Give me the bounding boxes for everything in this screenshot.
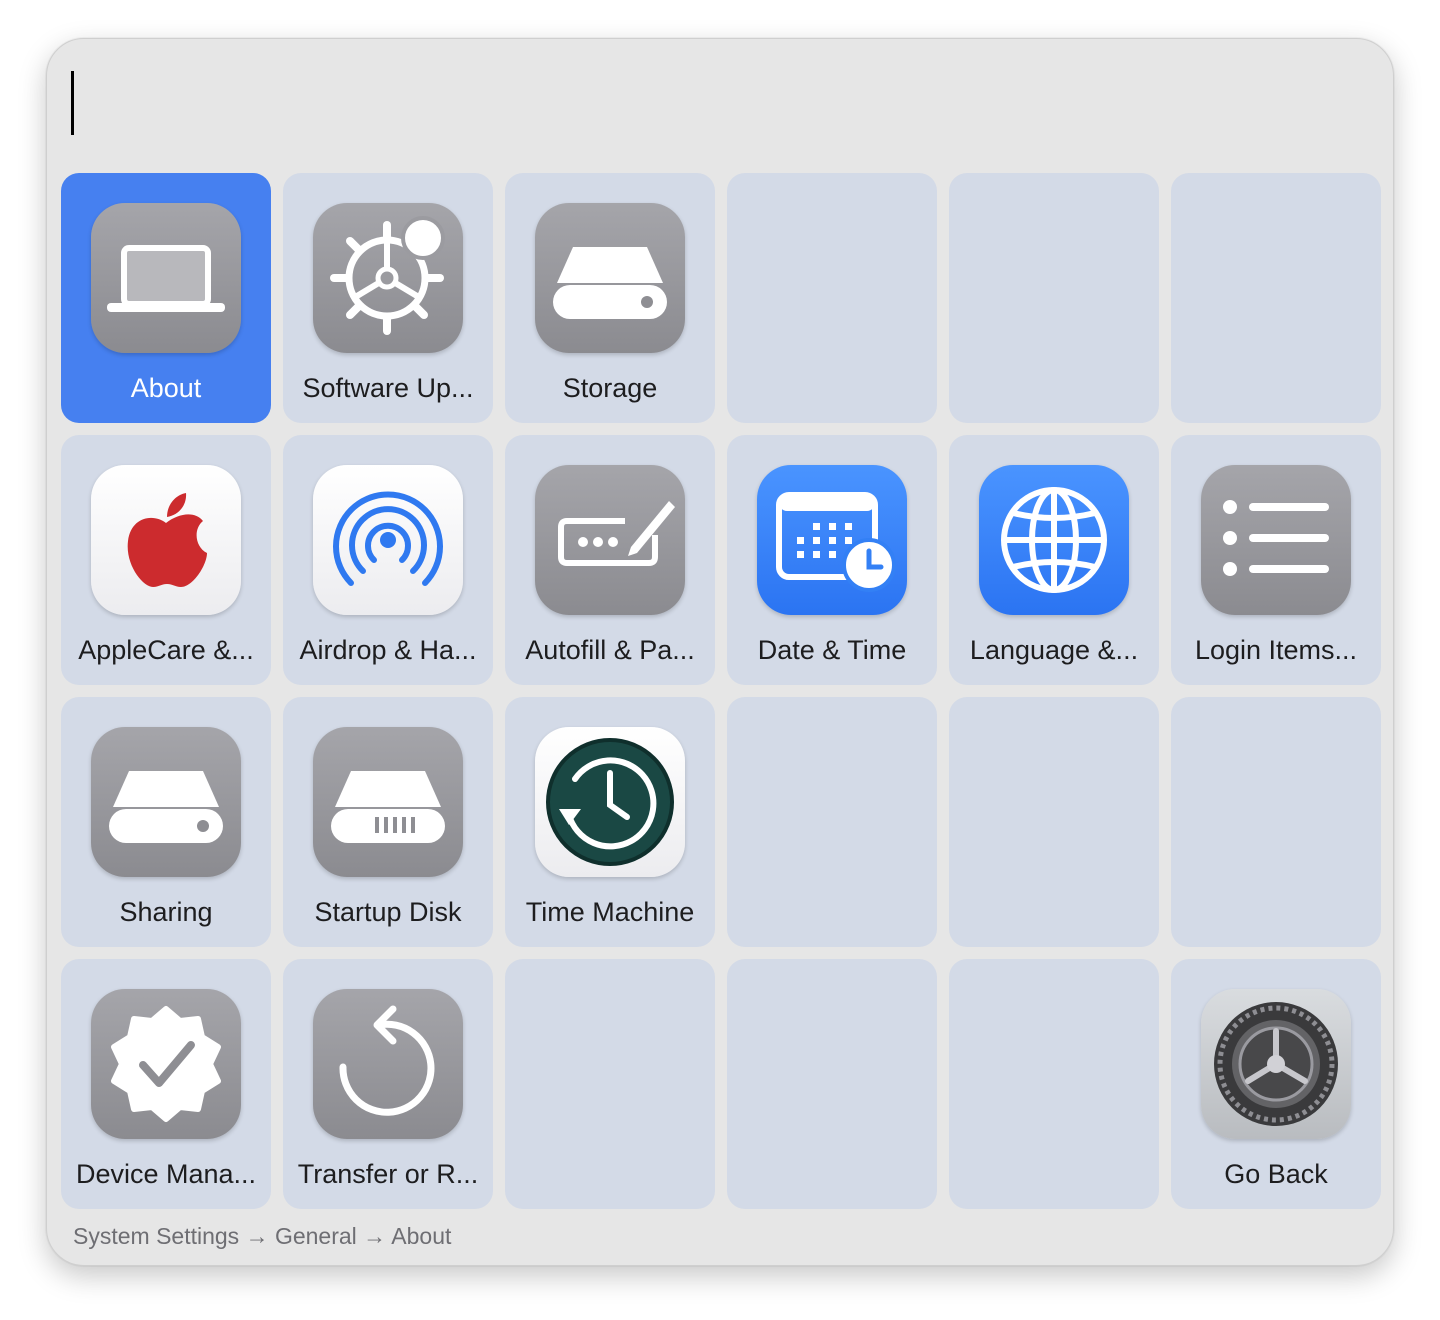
tile-label: Software Up... xyxy=(302,373,474,403)
tile-login-items[interactable]: Login Items... xyxy=(1171,435,1381,685)
tile-applecare[interactable]: AppleCare &... xyxy=(61,435,271,685)
tile-label: Autofill & Pa... xyxy=(525,635,695,665)
tile-software-update[interactable]: Software Up... xyxy=(283,173,493,423)
tile-empty xyxy=(727,959,937,1209)
drive-icon xyxy=(535,203,685,353)
tile-storage[interactable]: Storage xyxy=(505,173,715,423)
tile-device-management[interactable]: Device Mana... xyxy=(61,959,271,1209)
tile-label: Storage xyxy=(562,373,658,403)
globe-icon xyxy=(979,465,1129,615)
tile-language[interactable]: Language &... xyxy=(949,435,1159,685)
reset-arrow-icon xyxy=(313,989,463,1139)
tile-transfer-reset[interactable]: Transfer or R... xyxy=(283,959,493,1209)
drive-icon xyxy=(91,727,241,877)
tile-empty xyxy=(949,959,1159,1209)
search-input[interactable] xyxy=(83,75,1287,133)
tile-date-time[interactable]: Date & Time xyxy=(727,435,937,685)
settings-grid: About Software Up... Storage AppleCare &… xyxy=(61,173,1381,1209)
tile-label: Time Machine xyxy=(525,897,695,927)
search-bar[interactable] xyxy=(61,53,1379,163)
tile-label: AppleCare &... xyxy=(78,635,254,665)
tile-label: Language &... xyxy=(969,635,1139,665)
password-keyboard-icon xyxy=(535,465,685,615)
tile-label: Startup Disk xyxy=(314,897,462,927)
tile-label: Transfer or R... xyxy=(297,1159,479,1189)
tile-label: Device Mana... xyxy=(75,1159,257,1189)
tile-time-machine[interactable]: Time Machine xyxy=(505,697,715,947)
breadcrumb: System Settings → General → About xyxy=(73,1223,452,1249)
tile-empty xyxy=(727,697,937,947)
tile-empty xyxy=(1171,697,1381,947)
tile-empty xyxy=(727,173,937,423)
airdrop-icon xyxy=(313,465,463,615)
tile-label: About xyxy=(130,373,202,403)
tile-autofill[interactable]: Autofill & Pa... xyxy=(505,435,715,685)
checkmark-seal-icon xyxy=(91,989,241,1139)
tile-about[interactable]: About xyxy=(61,173,271,423)
startup-disk-icon xyxy=(313,727,463,877)
laptop-icon xyxy=(91,203,241,353)
text-caret xyxy=(71,71,74,135)
tile-startup-disk[interactable]: Startup Disk xyxy=(283,697,493,947)
calendar-clock-icon xyxy=(757,465,907,615)
tile-label: Date & Time xyxy=(757,635,907,665)
time-machine-icon xyxy=(535,727,685,877)
apple-logo-icon xyxy=(91,465,241,615)
tile-empty xyxy=(949,173,1159,423)
list-icon xyxy=(1201,465,1351,615)
system-settings-gear-icon xyxy=(1201,989,1351,1139)
tile-empty xyxy=(1171,173,1381,423)
tile-label: Sharing xyxy=(119,897,213,927)
tile-label: Airdrop & Ha... xyxy=(299,635,477,665)
tile-go-back[interactable]: Go Back xyxy=(1171,959,1381,1209)
gear-badge-icon xyxy=(313,203,463,353)
tile-label: Go Back xyxy=(1224,1159,1328,1189)
tile-empty xyxy=(505,959,715,1209)
tile-sharing[interactable]: Sharing xyxy=(61,697,271,947)
tile-empty xyxy=(949,697,1159,947)
tile-airdrop[interactable]: Airdrop & Ha... xyxy=(283,435,493,685)
tile-label: Login Items... xyxy=(1194,635,1358,665)
spotlight-panel: About Software Up... Storage AppleCare &… xyxy=(46,38,1394,1266)
